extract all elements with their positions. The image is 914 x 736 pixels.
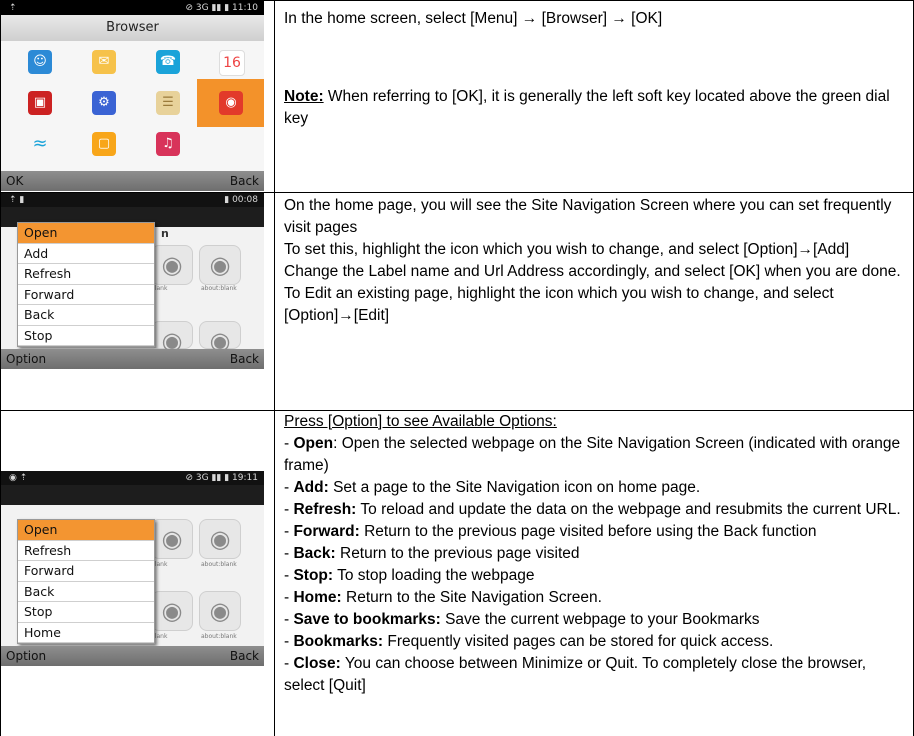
signal-icon: ⇡ ▮ [9,195,25,205]
phone-icon[interactable]: ☎ [156,50,180,74]
row3-options: Press [Option] to see Available Options:… [284,411,906,697]
status-bar: ⇡ ⊘ 3G ▮▮ ▮ 11:10 [1,1,264,15]
calendar-icon[interactable]: 16 [219,50,245,76]
option-item: - Back: Return to the previous page visi… [284,545,580,562]
option-item: - Stop: To stop loading the webpage [284,567,535,584]
menu-item-stop[interactable]: Stop [18,602,154,623]
site-label: about:blank [201,285,237,292]
messages-icon[interactable]: ✉ [92,50,116,74]
option-menu: Open Add Refresh Forward Back Stop [17,222,155,347]
browser-icon[interactable]: ◉ [219,91,243,115]
option-item: - Refresh: To reload and update the data… [284,501,901,518]
note-text: When referring to [OK], it is generally … [284,88,890,127]
status-indicators: ⊘ 3G ▮▮ ▮ 19:11 [185,473,258,483]
signal-icon: ◉ ⇡ [9,473,28,483]
back-soft-key[interactable]: Back [230,646,259,666]
menu-item-back[interactable]: Back [18,582,154,602]
soft-key-bar: Option Back [1,646,264,666]
option-item: - Close: You can choose between Minimize… [284,655,867,694]
soft-key-bar: Option Back [1,349,264,369]
menu-item-forward[interactable]: Forward [18,561,154,582]
file-manager-icon[interactable]: ▢ [92,132,116,156]
toolbox-icon[interactable]: ▣ [28,91,52,115]
menu-item-refresh[interactable]: Refresh [18,541,154,561]
row2-line: To Edit an existing page, highlight the … [284,285,834,324]
contacts-icon[interactable]: ☺ [28,50,52,74]
settings-icon[interactable]: ⚙ [92,91,116,115]
option-menu-screenshot: ◉ ⇡ ⊘ 3G ▮▮ ▮ 19:11 ◉ ◉ blank about:blan… [1,471,264,666]
site-globe-icon[interactable]: ◉ [151,245,193,285]
row1-instructions: In the home screen, select [Menu] → [Bro… [284,8,906,130]
site-navigation-menu-screenshot: ⇡ ▮ ▮ 00:08 n ◉ ◉ blank about:blank ◉ ◉ … [1,193,264,369]
background-heading-fragment: n [161,227,169,240]
site-globe-icon[interactable]: ◉ [151,321,193,355]
menu-item-add[interactable]: Add [18,244,154,264]
option-item: - Bookmarks: Frequently visited pages ca… [284,633,774,650]
menu-item-open[interactable]: Open [18,520,154,541]
status-bar: ⇡ ▮ ▮ 00:08 [1,193,264,207]
option-menu: Open Refresh Forward Back Stop Home [17,519,155,644]
back-soft-key[interactable]: Back [230,349,259,369]
site-globe-icon[interactable]: ◉ [199,591,241,631]
browser-menu-screenshot: ⇡ ⊘ 3G ▮▮ ▮ 11:10 Browser ☺ ✉ ☎ 16 ▣ ⚙ ☰… [1,1,264,191]
option-soft-key[interactable]: Option [6,646,46,666]
row2-instructions: On the home page, you will see the Site … [284,195,906,327]
back-soft-key[interactable]: Back [230,171,259,191]
menu-item-stop[interactable]: Stop [18,326,154,346]
row2-line: Change the Label name and Url Address ac… [284,263,901,280]
row2-line: To set this, highlight the icon which yo… [284,241,850,258]
site-globe-icon[interactable]: ◉ [199,245,241,285]
site-label: about:blank [201,633,237,640]
option-soft-key[interactable]: Option [6,349,46,369]
options-heading: Press [Option] to see Available Options: [284,413,557,430]
site-globe-icon[interactable]: ◉ [199,321,241,355]
status-indicators: ▮ 00:08 [224,195,258,205]
signal-icon: ⇡ [9,3,17,13]
option-item: - Open: Open the selected webpage on the… [284,435,901,474]
menu-item-home[interactable]: Home [18,623,154,643]
option-item: - Save to bookmarks: Save the current we… [284,611,760,628]
row1-step: In the home screen, select [Menu] → [Bro… [284,10,663,27]
row2-line: On the home page, you will see the Site … [284,197,892,236]
site-label: about:blank [201,561,237,568]
menu-item-back[interactable]: Back [18,305,154,326]
option-item: - Add: Set a page to the Site Navigation… [284,479,701,496]
ok-soft-key[interactable]: OK [6,171,23,191]
notes-icon[interactable]: ☰ [156,91,180,115]
site-globe-icon[interactable]: ◉ [199,519,241,559]
status-indicators: ⊘ 3G ▮▮ ▮ 11:10 [185,3,258,13]
status-bar: ◉ ⇡ ⊘ 3G ▮▮ ▮ 19:11 [1,471,264,485]
note-label: Note: [284,88,324,105]
soft-key-bar: OK Back [1,171,264,191]
site-globe-icon[interactable]: ◉ [151,591,193,631]
menu-item-refresh[interactable]: Refresh [18,264,154,285]
table-border-middle [274,0,275,736]
option-item: - Forward: Return to the previous page v… [284,523,817,540]
menu-item-forward[interactable]: Forward [18,285,154,305]
option-item: - Home: Return to the Site Navigation Sc… [284,589,602,606]
row1-note: Note: When referring to [OK], it is gene… [284,86,906,130]
screen-title: Browser [1,15,264,41]
music-icon[interactable]: ♫ [156,132,180,156]
menu-item-open[interactable]: Open [18,223,154,244]
wifi-icon[interactable]: ≈ [28,132,52,156]
site-globe-icon[interactable]: ◉ [151,519,193,559]
